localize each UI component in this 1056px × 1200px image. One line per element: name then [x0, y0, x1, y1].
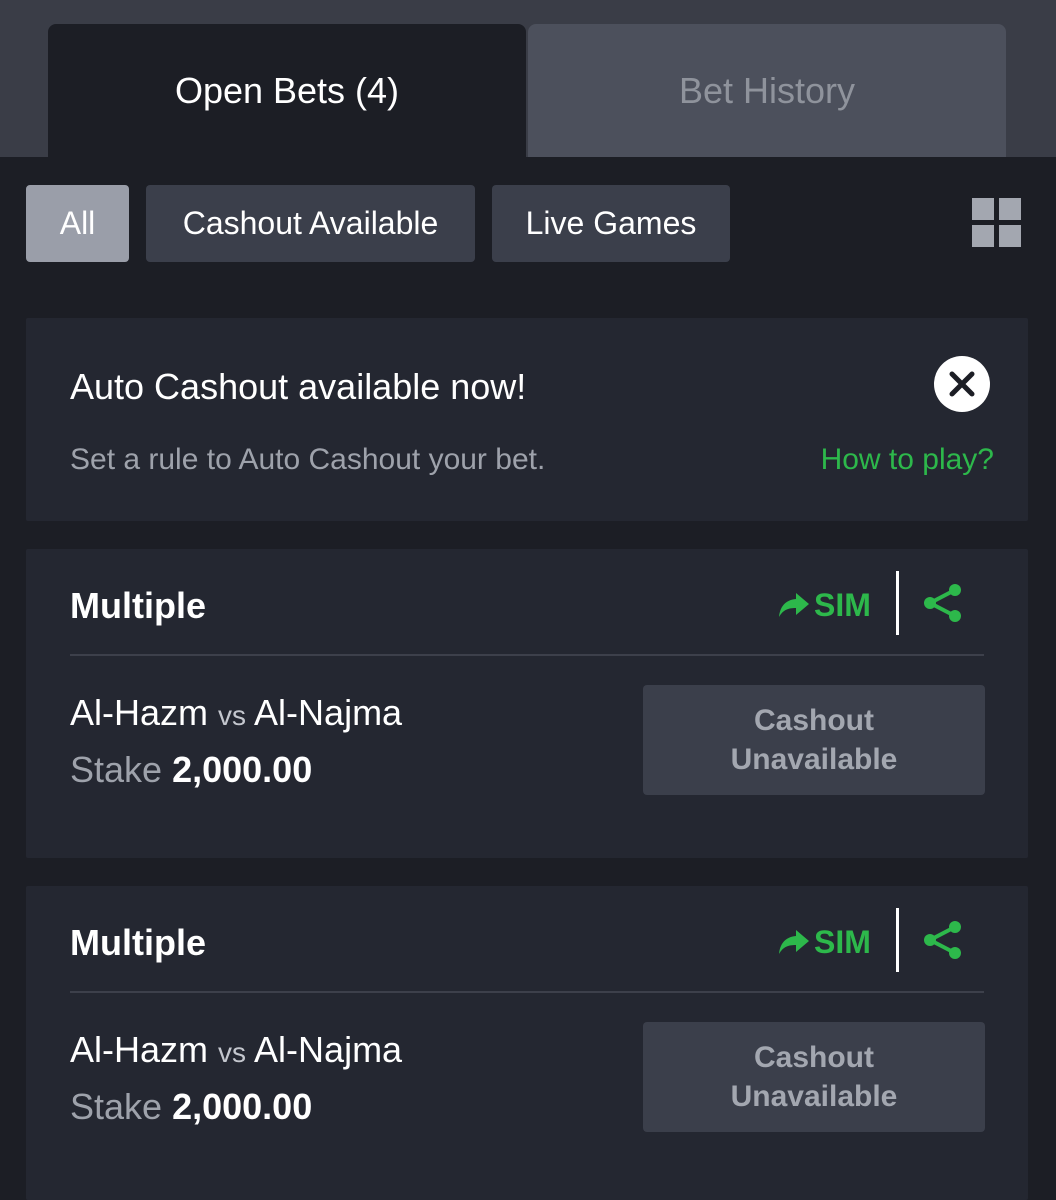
share-icon[interactable]	[921, 919, 963, 961]
banner-title: Auto Cashout available now!	[70, 366, 527, 407]
vs-label: vs	[218, 700, 247, 731]
card-divider	[70, 654, 984, 656]
banner-subtitle: Set a rule to Auto Cashout your bet.	[70, 443, 546, 476]
cashout-unavailable-button[interactable]: Cashout Unavailable	[643, 1022, 985, 1132]
forward-arrow-icon	[779, 930, 809, 954]
tab-open-bets[interactable]: Open Bets (4)	[48, 24, 526, 157]
filter-live-games-button[interactable]: Live Games	[492, 185, 730, 262]
cashout-unavailable-button[interactable]: Cashout Unavailable	[643, 685, 985, 795]
sim-button[interactable]: SIM	[778, 922, 871, 962]
stake-amount: 2,000.00	[172, 1086, 313, 1127]
cashout-label-line1: Cashout	[754, 1041, 874, 1074]
filter-all-button[interactable]: All	[26, 185, 129, 262]
vs-label: vs	[218, 1037, 247, 1068]
tab-bet-history[interactable]: Bet History	[528, 24, 1006, 157]
close-icon[interactable]	[934, 356, 990, 412]
header-divider	[896, 571, 899, 635]
stake-label: Stake	[70, 1086, 163, 1127]
filter-cashout-available-button[interactable]: Cashout Available	[146, 185, 475, 262]
away-team: Al-Najma	[254, 1029, 403, 1070]
how-to-play-link[interactable]: How to play?	[821, 443, 994, 477]
bet-type-label: Multiple	[70, 922, 206, 963]
filter-bar: All Cashout Available Live Games	[0, 185, 1056, 262]
bet-card: Multiple SIM Al-Hazm vs Al-Najma Stake 2…	[26, 549, 1028, 858]
bets-tabs-bar: Open Bets (4) Bet History	[0, 0, 1056, 157]
sim-label: SIM	[814, 586, 871, 623]
match-teams: Al-Hazm vs Al-Najma	[70, 1029, 402, 1071]
cashout-label-line2: Unavailable	[730, 743, 898, 776]
share-icon[interactable]	[921, 582, 963, 624]
sim-button[interactable]: SIM	[778, 585, 871, 625]
auto-cashout-banner: Auto Cashout available now! Set a rule t…	[26, 318, 1028, 521]
cashout-label-line2: Unavailable	[730, 1080, 898, 1113]
cashout-label-line1: Cashout	[754, 704, 874, 737]
sim-label: SIM	[814, 923, 871, 960]
grid-icon[interactable]	[972, 198, 1023, 249]
forward-arrow-icon	[779, 593, 809, 617]
stake-row: Stake 2,000.00	[70, 749, 312, 791]
away-team: Al-Najma	[254, 692, 403, 733]
card-divider	[70, 991, 984, 993]
match-teams: Al-Hazm vs Al-Najma	[70, 692, 402, 734]
home-team: Al-Hazm	[70, 692, 209, 733]
bet-type-label: Multiple	[70, 585, 206, 626]
stake-row: Stake 2,000.00	[70, 1086, 312, 1128]
stake-amount: 2,000.00	[172, 749, 313, 790]
header-divider	[896, 908, 899, 972]
home-team: Al-Hazm	[70, 1029, 209, 1070]
bet-card: Multiple SIM Al-Hazm vs Al-Najma Stake 2…	[26, 886, 1028, 1200]
stake-label: Stake	[70, 749, 163, 790]
